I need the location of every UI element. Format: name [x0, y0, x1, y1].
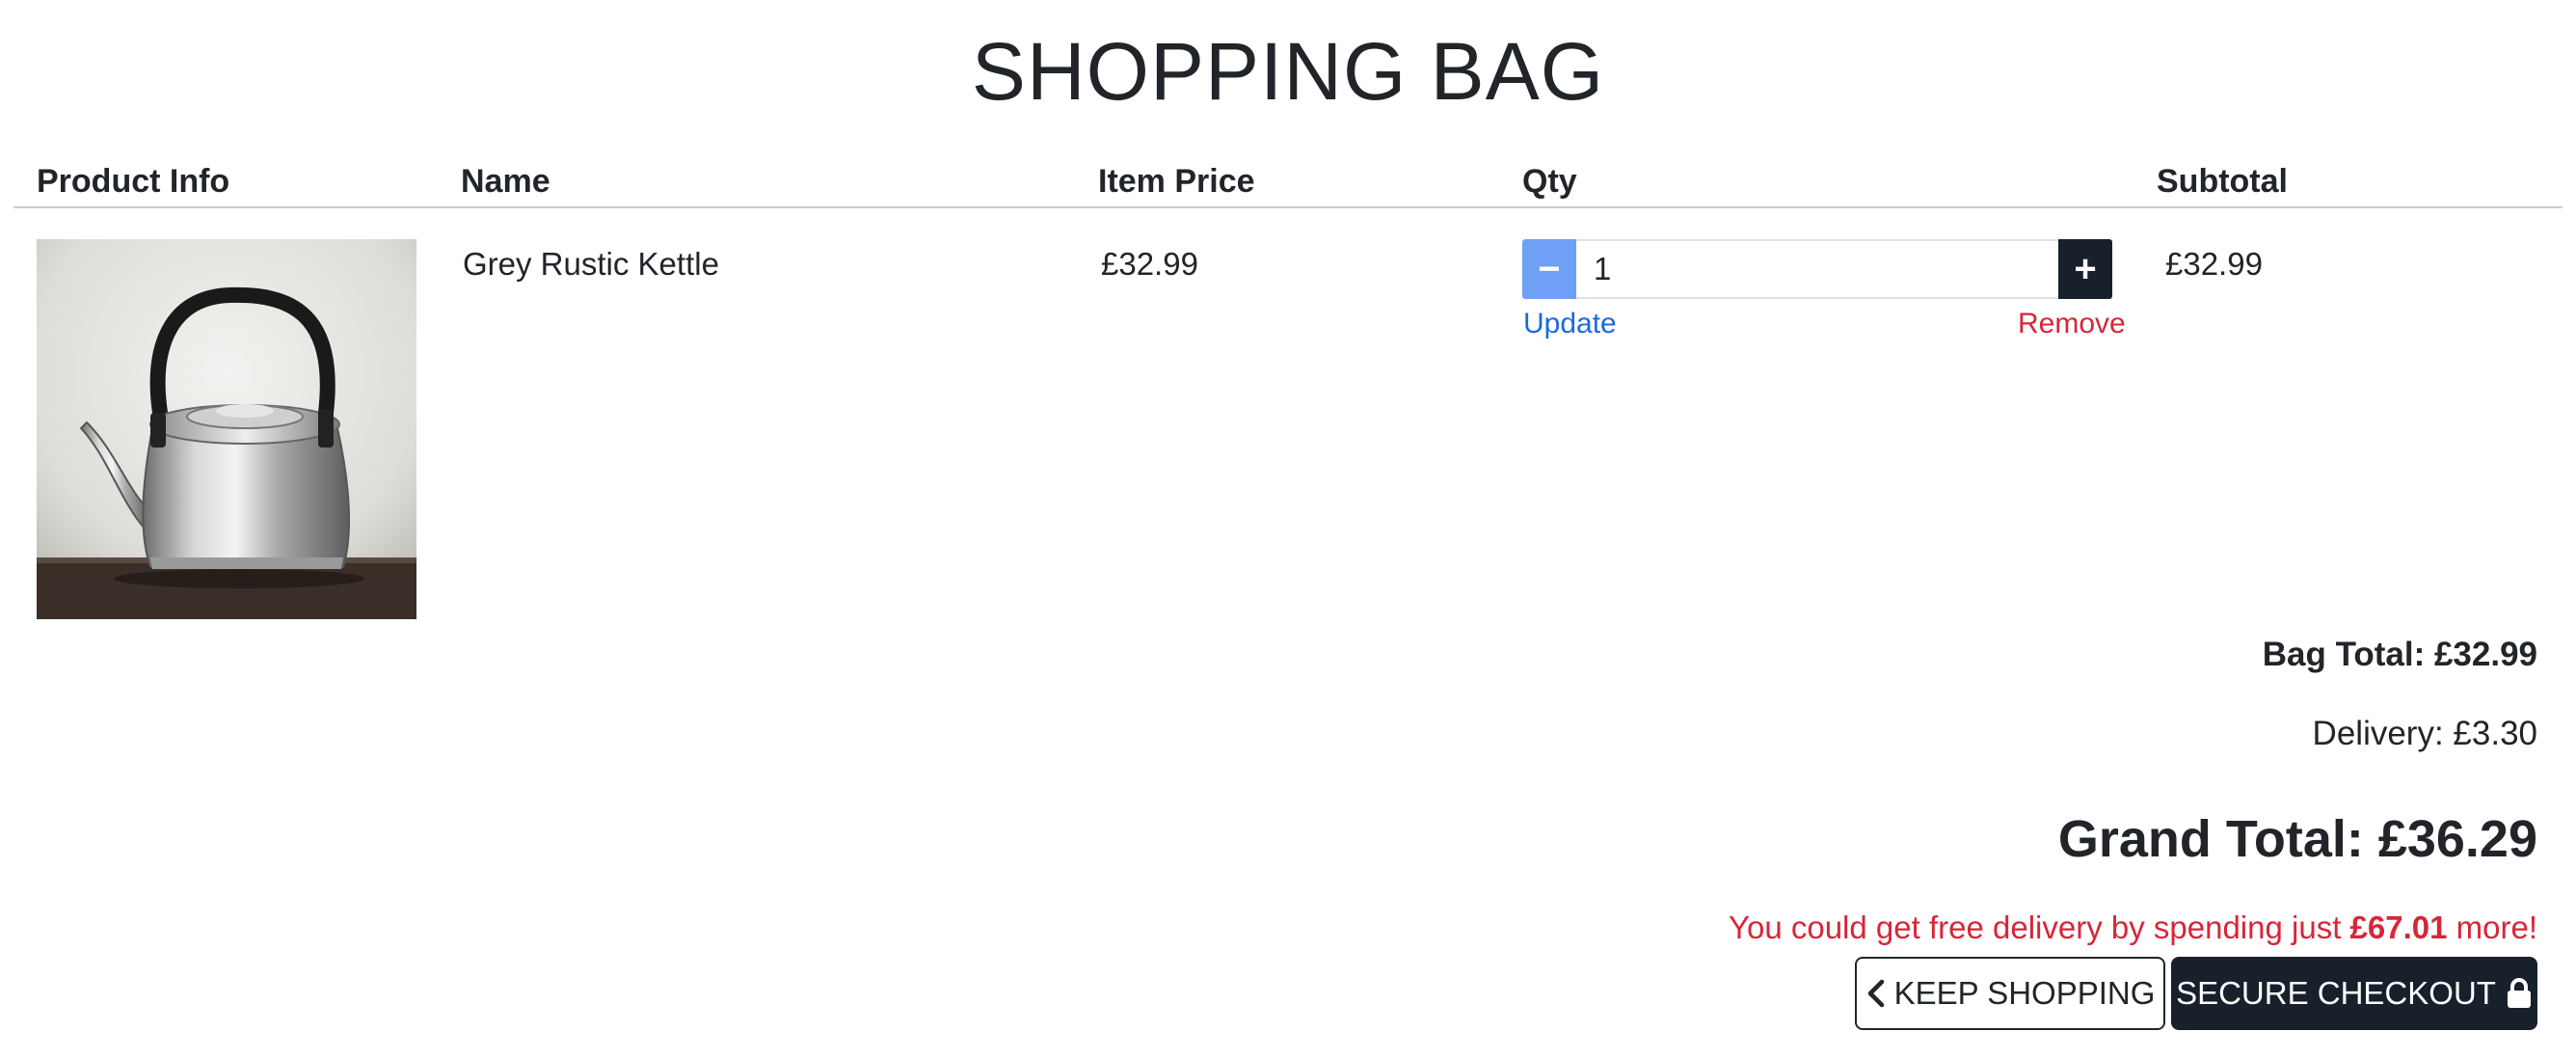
- minus-icon: −: [1538, 247, 1561, 290]
- item-price: £32.99: [1101, 246, 1198, 282]
- free-delivery-amount: £67.01: [2349, 910, 2448, 945]
- header-name: Name: [461, 163, 550, 200]
- page-title: SHOPPING BAG: [971, 26, 1605, 117]
- delivery-cost: Delivery: £3.30: [2312, 715, 2537, 752]
- header-subtotal: Subtotal: [2157, 163, 2288, 200]
- update-link[interactable]: Update: [1523, 307, 1617, 341]
- increment-button[interactable]: +: [2058, 239, 2112, 299]
- row-subtotal: £32.99: [2165, 246, 2263, 282]
- secure-checkout-button[interactable]: SECURE CHECKOUT: [2171, 957, 2537, 1030]
- product-name[interactable]: Grey Rustic Kettle: [463, 245, 719, 284]
- header-qty: Qty: [1522, 163, 1577, 200]
- keep-shopping-label: KEEP SHOPPING: [1893, 975, 2156, 1011]
- quantity-stepper: − +: [1522, 239, 2112, 299]
- decrement-button[interactable]: −: [1522, 239, 1576, 299]
- free-delivery-notice: You could get free delivery by spending …: [1729, 909, 2537, 947]
- kettle-image: [37, 239, 416, 619]
- chevron-left-icon: [1865, 979, 1887, 1008]
- lock-icon: [2506, 977, 2533, 1010]
- grand-total: Grand Total: £36.29: [2057, 810, 2537, 868]
- product-image[interactable]: [37, 239, 416, 619]
- header-product-info: Product Info: [37, 163, 230, 200]
- free-delivery-suffix: more!: [2447, 910, 2537, 945]
- quantity-input[interactable]: [1576, 239, 2058, 299]
- plus-icon: +: [2074, 247, 2097, 290]
- header-item-price: Item Price: [1098, 163, 1255, 200]
- secure-checkout-label: SECURE CHECKOUT: [2176, 975, 2496, 1011]
- keep-shopping-button[interactable]: KEEP SHOPPING: [1855, 957, 2165, 1030]
- bag-table-header: Product Info Name Item Price Qty Subtota…: [13, 158, 2563, 208]
- remove-link[interactable]: Remove: [2018, 307, 2126, 341]
- free-delivery-prefix: You could get free delivery by spending …: [1729, 910, 2350, 945]
- bag-total: Bag Total: £32.99: [2262, 636, 2537, 673]
